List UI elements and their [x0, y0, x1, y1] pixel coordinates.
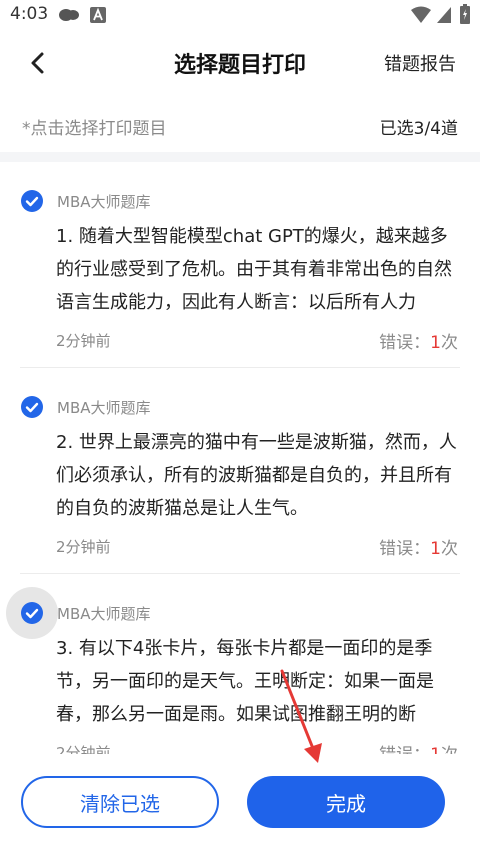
checkbox-checked[interactable] — [21, 396, 43, 418]
check-icon — [25, 196, 39, 207]
cloud-icon — [59, 9, 79, 21]
error-number: 1 — [430, 539, 441, 559]
signal-icon — [437, 7, 451, 23]
question-card[interactable]: MBA大师题库 2. 世界上最漂亮的猫中有一些是波斯猫，然而，人们必须承认，所有… — [0, 368, 480, 574]
check-icon — [25, 402, 39, 413]
selected-count: 已选3/4道 — [379, 119, 458, 139]
question-card[interactable]: MBA大师题库 1. 随着大型智能模型chat GPT的爆火，越来越多的行业感受… — [0, 162, 480, 368]
checkbox-checked[interactable] — [21, 602, 43, 624]
select-hint: *点击选择打印题目 — [22, 119, 167, 139]
question-time: 2分钟前 — [56, 744, 111, 754]
checkbox-checked[interactable] — [21, 190, 43, 212]
error-label: 错误： — [379, 745, 430, 754]
footer-bar: 清除已选 完成 — [0, 754, 480, 851]
question-source: MBA大师题库 — [57, 399, 151, 417]
question-text: 1. 随着大型智能模型chat GPT的爆火，越来越多的行业感受到了危机。由于其… — [56, 226, 452, 313]
status-time: 4:03 — [10, 4, 49, 24]
back-button[interactable] — [22, 48, 58, 78]
error-unit: 次 — [441, 745, 458, 754]
header: 选择题目打印 错题报告 — [0, 30, 480, 94]
error-unit: 次 — [441, 539, 458, 559]
error-label: 错误： — [379, 539, 431, 559]
question-source: MBA大师题库 — [57, 193, 151, 211]
wifi-icon — [411, 6, 431, 23]
error-report-button[interactable]: 错题报告 — [384, 50, 456, 76]
question-list[interactable]: MBA大师题库 1. 随着大型智能模型chat GPT的爆火，越来越多的行业感受… — [0, 162, 480, 754]
question-text: 2. 世界上最漂亮的猫中有一些是波斯猫，然而，人们必须承认，所有的波斯猫都是自负… — [56, 432, 457, 519]
battery-icon — [460, 4, 470, 24]
question-source: MBA大师题库 — [57, 605, 151, 623]
question-card[interactable]: MBA大师题库 3. 有以下4张卡片，每张卡片都是一面印的是季节，另一面印的是天… — [0, 574, 480, 754]
done-button[interactable]: 完成 — [247, 776, 445, 828]
a-box-icon — [90, 7, 106, 23]
section-divider — [0, 152, 480, 162]
error-label: 错误： — [379, 333, 431, 353]
error-count: 错误：1次 — [379, 328, 458, 353]
error-number: 1 — [430, 333, 441, 353]
selection-bar: *点击选择打印题目 已选3/4道 — [0, 104, 480, 148]
question-time: 2分钟前 — [56, 538, 111, 556]
error-number: 1 — [430, 745, 441, 754]
error-count: 错误：1次 — [379, 534, 458, 559]
question-text: 3. 有以下4张卡片，每张卡片都是一面印的是季节，另一面印的是天气。王明断定：如… — [56, 638, 434, 725]
status-bar: 4:03 — [0, 0, 480, 30]
clear-selection-button[interactable]: 清除已选 — [21, 776, 219, 828]
error-unit: 次 — [441, 333, 458, 353]
question-time: 2分钟前 — [56, 332, 111, 350]
check-icon — [25, 608, 39, 619]
error-count: 错误：1次 — [379, 740, 458, 754]
chevron-left-icon — [31, 52, 44, 74]
